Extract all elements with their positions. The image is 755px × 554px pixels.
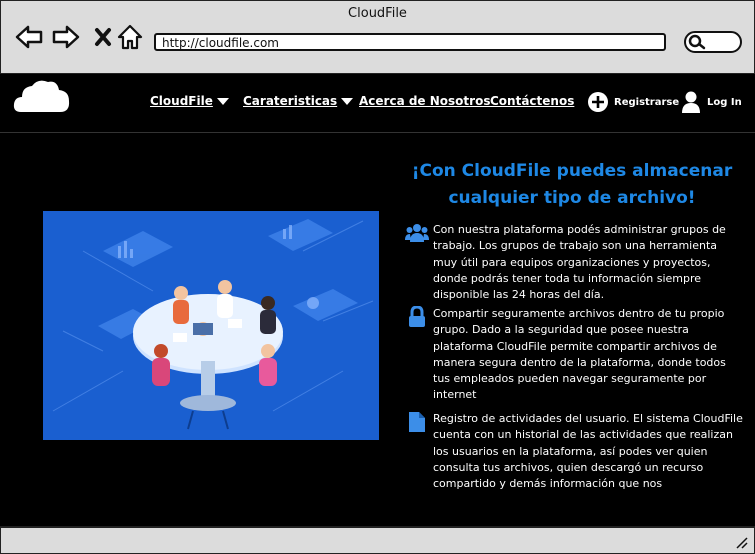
browser-window: CloudFile http://cloudfile.com CloudFile… [0,0,755,554]
team-meeting-image [43,211,379,440]
logo-text: CloudFile [19,112,67,122]
site-logo[interactable]: CloudFile [13,78,71,128]
feature-groups-text: Con nuestra plataforma podés administrar… [433,223,726,302]
cloud-icon [13,80,70,112]
hero-illustration [43,211,379,440]
user-icon [682,91,700,113]
nav-caracteristicas-label: Carateristicas [243,94,338,108]
caret-down-icon [216,98,229,105]
search-icon [688,34,706,50]
register-button[interactable]: Registrarse [587,91,679,113]
nav-contacto[interactable]: Contáctenos [490,94,574,108]
browser-status-bar [0,526,755,554]
back-button[interactable] [15,23,43,51]
nav-cloudfile[interactable]: CloudFile [150,94,229,108]
arrow-right-icon [52,25,80,49]
plus-circle-icon [588,92,608,112]
website: CloudFile CloudFile Carateristicas Acerc… [0,74,755,526]
browser-chrome: CloudFile http://cloudfile.com [0,0,755,75]
nav-acerca[interactable]: Acerca de Nosotros [359,94,490,108]
nav-contacto-label: Contáctenos [490,94,575,108]
login-label: Log In [707,96,742,108]
caret-down-icon [341,98,354,105]
nav-cloudfile-label: CloudFile [150,94,213,108]
hero-headline: ¡Con CloudFile puedes almacenar cualquie… [411,161,733,208]
url-input[interactable]: http://cloudfile.com [154,33,666,51]
close-icon [95,28,111,46]
home-button[interactable] [116,23,144,51]
login-button[interactable]: Log In [681,90,742,114]
window-title: CloudFile [348,6,407,21]
lock-icon [409,306,425,327]
group-icon [405,224,429,242]
nav-acerca-label: Acerca de Nosotros [359,94,491,108]
feature-activity-text: Registro de actividades del usuario. El … [433,412,743,491]
forward-button[interactable] [52,23,80,51]
resize-grip-icon[interactable] [734,535,748,549]
arrow-left-icon [15,25,43,49]
header-divider [0,132,755,133]
stop-button[interactable] [89,23,117,51]
file-icon [409,412,425,432]
home-icon [117,24,143,50]
nav-caracteristicas[interactable]: Carateristicas [243,94,354,108]
feature-security-text: Compartir seguramente archivos dentro de… [433,307,726,402]
browser-search-button[interactable] [684,31,742,53]
register-label: Registrarse [614,96,680,108]
